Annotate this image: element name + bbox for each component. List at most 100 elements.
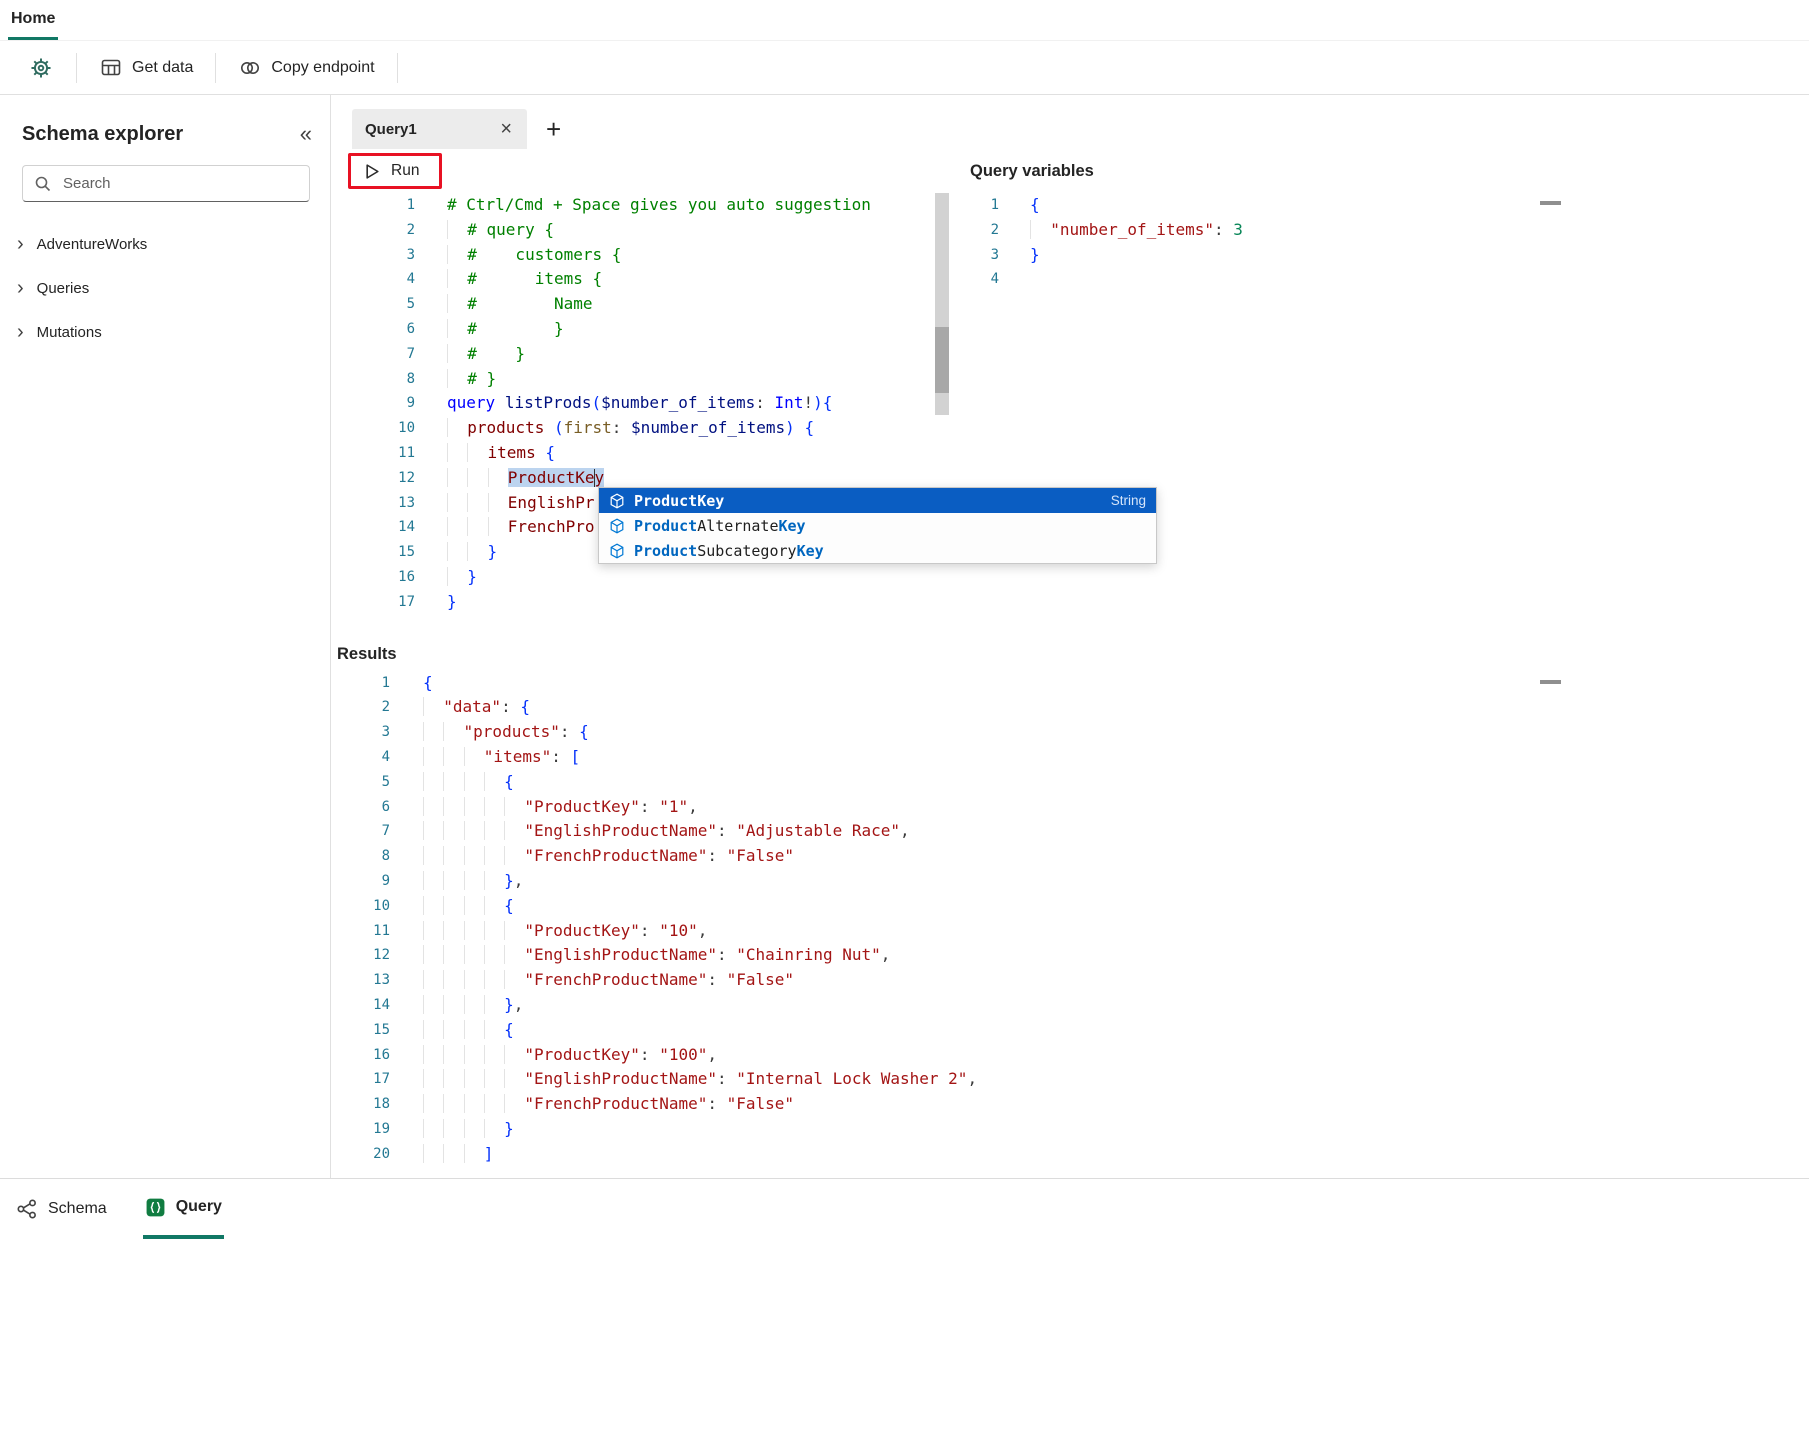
query-variables-code[interactable]: 1{2 "number_of_items": 33}4 <box>951 193 1551 292</box>
autocomplete-popup: ProductKeyStringProductAlternateKeyProdu… <box>598 487 1157 564</box>
sidebar-item-queries[interactable]: › Queries <box>0 266 330 310</box>
new-tab-button[interactable]: + <box>537 109 570 149</box>
code-line[interactable]: 10 { <box>331 894 1809 919</box>
code-line-text: { <box>423 671 433 696</box>
code-line-text: } <box>447 540 497 565</box>
line-number: 11 <box>331 919 390 944</box>
run-row: Run <box>331 149 951 193</box>
suggestion-type: String <box>1111 493 1146 508</box>
code-line[interactable]: 5 # Name <box>331 292 951 317</box>
table-data-icon <box>99 56 123 80</box>
schema-view-button[interactable]: Schema <box>14 1179 109 1239</box>
code-line[interactable]: 9 }, <box>331 869 1809 894</box>
code-line[interactable]: 1{ <box>331 671 1809 696</box>
code-line-text: # } <box>447 367 496 392</box>
code-line[interactable]: 1# Ctrl/Cmd + Space gives you auto sugge… <box>331 193 951 218</box>
code-line[interactable]: 8 # } <box>331 367 951 392</box>
code-line[interactable]: 18 "FrenchProductName": "False" <box>331 1092 1809 1117</box>
tab-query1-label: Query1 <box>365 121 417 138</box>
line-number: 5 <box>331 292 415 317</box>
code-line[interactable]: 4 "items": [ <box>331 745 1809 770</box>
variables-scrollbar-thumb[interactable] <box>1540 201 1561 205</box>
results-code[interactable]: 1{2 "data": {3 "products": {4 "items": [… <box>331 671 1809 1167</box>
code-line[interactable]: 17} <box>331 590 951 615</box>
query-icon <box>145 1197 166 1218</box>
schema-diagram-icon <box>16 1198 38 1220</box>
schema-search-box <box>22 165 310 202</box>
line-number: 3 <box>951 243 999 268</box>
code-line[interactable]: 15 { <box>331 1018 1809 1043</box>
code-line[interactable]: 11 "ProductKey": "10", <box>331 919 1809 944</box>
query-view-button[interactable]: Query <box>143 1179 224 1239</box>
line-number: 4 <box>951 267 999 292</box>
line-number: 4 <box>331 267 415 292</box>
code-line[interactable]: 1{ <box>951 193 1551 218</box>
run-button[interactable]: Run <box>351 156 439 186</box>
code-line-text: "ProductKey": "1", <box>423 795 698 820</box>
line-number: 17 <box>331 1067 390 1092</box>
tree-item-label: Mutations <box>37 324 102 341</box>
code-line[interactable]: 13 "FrenchProductName": "False" <box>331 968 1809 993</box>
code-line[interactable]: 4 # items { <box>331 267 951 292</box>
line-number: 2 <box>331 218 415 243</box>
suggestion-item[interactable]: ProductSubcategoryKey <box>599 538 1156 563</box>
code-line[interactable]: 3 # customers { <box>331 243 951 268</box>
results-scrollbar-thumb[interactable] <box>1540 680 1561 684</box>
search-input[interactable] <box>61 174 298 193</box>
code-line-text: # items { <box>447 267 602 292</box>
code-line[interactable]: 16 } <box>331 565 951 590</box>
code-line-text: { <box>423 1018 514 1043</box>
code-line[interactable]: 14 }, <box>331 993 1809 1018</box>
line-number: 8 <box>331 844 390 869</box>
code-line[interactable]: 6 # } <box>331 317 951 342</box>
symbol-field-icon <box>609 543 625 559</box>
code-line[interactable]: 2 "number_of_items": 3 <box>951 218 1551 243</box>
line-number: 17 <box>331 590 415 615</box>
code-line-text: items { <box>447 441 555 466</box>
results-title: Results <box>337 645 397 664</box>
code-line-text: "data": { <box>423 695 530 720</box>
line-number: 20 <box>331 1142 390 1167</box>
code-line[interactable]: 10 products (first: $number_of_items) { <box>331 416 951 441</box>
code-line[interactable]: 2 "data": { <box>331 695 1809 720</box>
get-data-button[interactable]: Get data <box>87 48 205 88</box>
suggestion-item[interactable]: ProductAlternateKey <box>599 513 1156 538</box>
code-line[interactable]: 5 { <box>331 770 1809 795</box>
code-line[interactable]: 8 "FrenchProductName": "False" <box>331 844 1809 869</box>
code-line[interactable]: 2 # query { <box>331 218 951 243</box>
line-number: 6 <box>331 795 390 820</box>
code-line[interactable]: 7 "EnglishProductName": "Adjustable Race… <box>331 819 1809 844</box>
line-number: 18 <box>331 1092 390 1117</box>
collapse-sidebar-button[interactable]: « <box>296 121 316 147</box>
code-line[interactable]: 11 items { <box>331 441 951 466</box>
code-line[interactable]: 17 "EnglishProductName": "Internal Lock … <box>331 1067 1809 1092</box>
code-line-text: "EnglishProductName": "Adjustable Race", <box>423 819 910 844</box>
line-number: 10 <box>331 416 415 441</box>
code-line[interactable]: 4 <box>951 267 1551 292</box>
code-line[interactable]: 6 "ProductKey": "1", <box>331 795 1809 820</box>
settings-button[interactable] <box>16 47 66 89</box>
query-variables-title: Query variables <box>970 162 1094 181</box>
code-line[interactable]: 16 "ProductKey": "100", <box>331 1043 1809 1068</box>
code-line[interactable]: 12 "EnglishProductName": "Chainring Nut"… <box>331 943 1809 968</box>
sidebar-item-mutations[interactable]: › Mutations <box>0 310 330 354</box>
line-number: 14 <box>331 515 415 540</box>
close-tab-button[interactable]: × <box>498 118 514 141</box>
copy-endpoint-button[interactable]: Copy endpoint <box>226 48 386 88</box>
code-line[interactable]: 3 "products": { <box>331 720 1809 745</box>
line-number: 13 <box>331 968 390 993</box>
tab-home[interactable]: Home <box>8 0 58 40</box>
code-line-text: FrenchPro <box>447 515 595 540</box>
code-line-text: ProductKey <box>447 466 604 491</box>
code-line[interactable]: 9query listProds($number_of_items: Int!)… <box>331 391 951 416</box>
suggestion-item[interactable]: ProductKeyString <box>599 488 1156 513</box>
sidebar-item-adventureworks[interactable]: › AdventureWorks <box>0 222 330 266</box>
code-line[interactable]: 20 ] <box>331 1142 1809 1167</box>
code-line[interactable]: 3} <box>951 243 1551 268</box>
close-icon: × <box>500 118 512 140</box>
code-line[interactable]: 7 # } <box>331 342 951 367</box>
tab-query1[interactable]: Query1 × <box>352 109 527 149</box>
toolbar: Get data Copy endpoint <box>0 41 1809 95</box>
double-chevron-left-icon: « <box>300 121 312 146</box>
code-line[interactable]: 19 } <box>331 1117 1809 1142</box>
